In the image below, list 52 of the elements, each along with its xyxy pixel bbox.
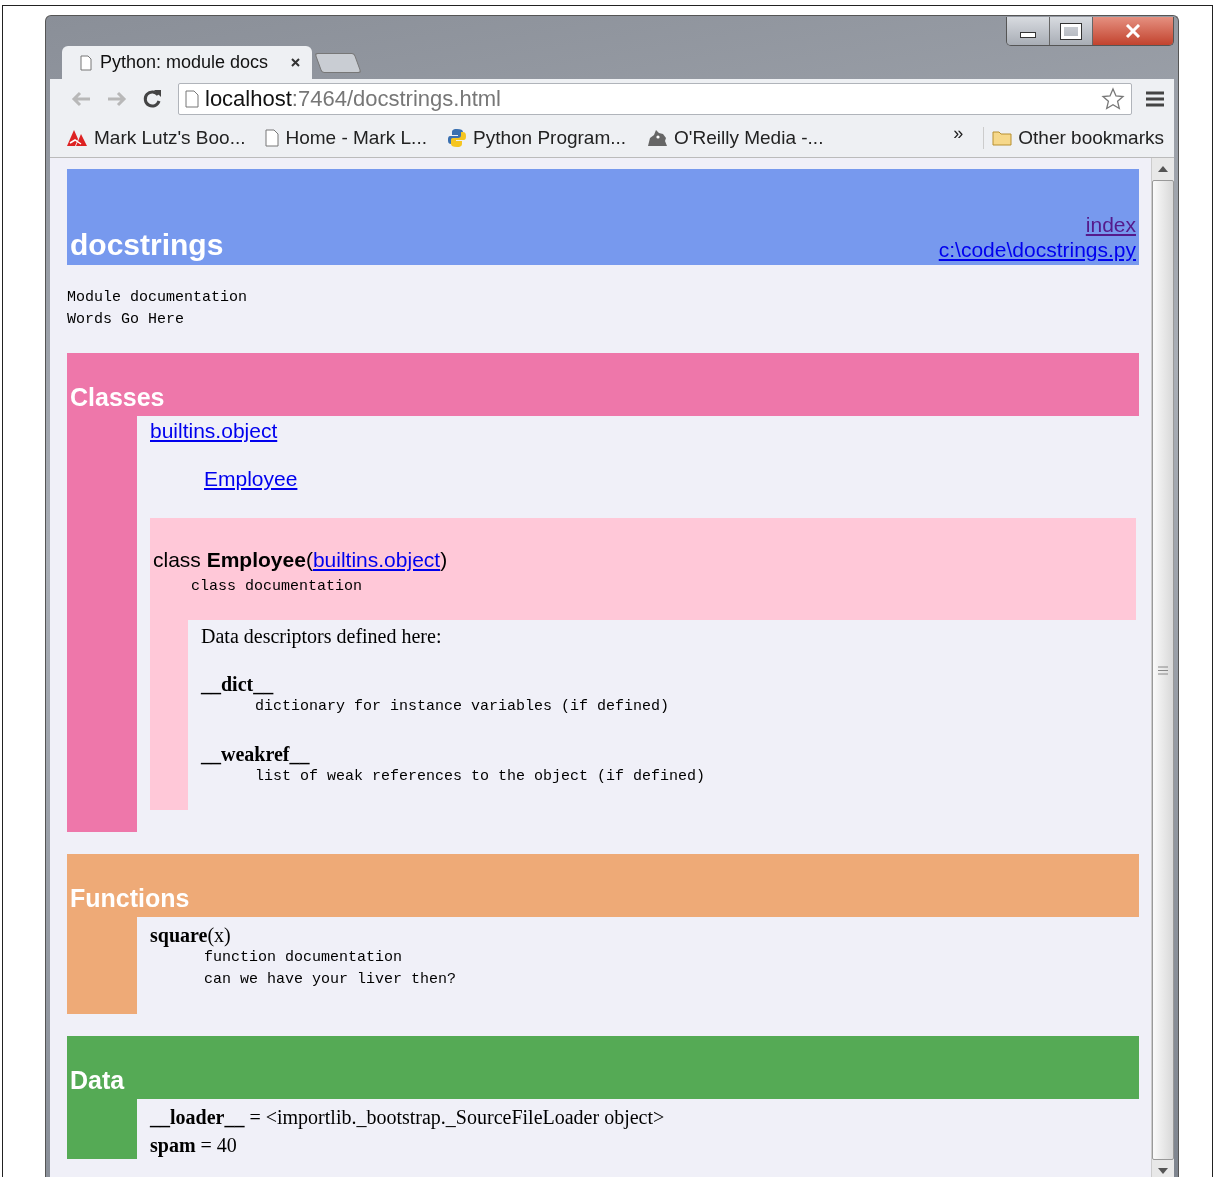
section-sidebar bbox=[67, 1099, 137, 1159]
doc-text: dictionary for instance variables (if defined) bbox=[254, 697, 671, 717]
bookmark[interactable]: Home - Mark L... bbox=[265, 127, 427, 149]
scroll-up-icon[interactable] bbox=[1158, 166, 1168, 172]
doc-text: Words Go Here bbox=[67, 310, 186, 330]
section-header: Classes bbox=[67, 353, 1139, 416]
doc-text: can we have your liver then? bbox=[203, 970, 458, 990]
maximize-button[interactable] bbox=[1050, 17, 1093, 45]
bookmark[interactable]: Python Program... bbox=[446, 127, 627, 149]
doc-text: list of weak references to the object (if defined) bbox=[254, 767, 706, 787]
minimize-button[interactable] bbox=[1007, 17, 1050, 45]
descriptor-name: __dict__ bbox=[201, 672, 275, 696]
animal-icon bbox=[646, 129, 669, 147]
function-signature: square(x) bbox=[150, 923, 232, 947]
section-header: Functions bbox=[67, 854, 1139, 917]
menu-icon[interactable] bbox=[1146, 91, 1164, 107]
browser-tab[interactable]: Python: module docs bbox=[62, 46, 312, 79]
folder-icon bbox=[992, 130, 1013, 146]
grip-icon bbox=[1158, 665, 1168, 675]
reload-icon[interactable] bbox=[142, 89, 162, 109]
new-tab-button[interactable] bbox=[314, 53, 362, 73]
url-text: localhost:7464/docstrings.html bbox=[205, 86, 502, 112]
section-header: Data bbox=[67, 1036, 1139, 1099]
link[interactable]: builtins.object bbox=[312, 548, 441, 571]
page-icon bbox=[185, 90, 199, 108]
bookmarks-overflow-button[interactable]: » bbox=[953, 122, 964, 144]
doc-text: function documentation bbox=[203, 948, 404, 968]
data-item: spam = 40 bbox=[150, 1133, 238, 1159]
close-button[interactable] bbox=[1093, 17, 1173, 45]
logo-icon bbox=[66, 129, 88, 147]
close-tab-icon[interactable] bbox=[291, 58, 300, 67]
doc-text: Module documentation bbox=[67, 288, 249, 308]
scroll-down-icon[interactable] bbox=[1158, 1168, 1168, 1174]
doc-text: class documentation bbox=[190, 577, 364, 597]
tab-title: Python: module docs bbox=[100, 52, 270, 73]
star-icon[interactable] bbox=[1101, 87, 1125, 111]
snake-logo-icon bbox=[446, 128, 467, 148]
bookmark[interactable]: Mark Lutz's Boo... bbox=[66, 127, 246, 149]
bookmark[interactable]: O'Reilly Media -... bbox=[646, 127, 824, 149]
page-icon bbox=[80, 54, 92, 71]
link[interactable]: Employee bbox=[204, 467, 298, 490]
page-title: docstrings bbox=[70, 228, 224, 262]
page-icon bbox=[265, 129, 280, 147]
link[interactable]: index bbox=[1085, 212, 1136, 237]
bookmark-folder[interactable]: Other bookmarks bbox=[983, 127, 1164, 149]
class-signature: class Employee(builtins.object) bbox=[153, 547, 449, 573]
descriptor-name: __weakref__ bbox=[201, 742, 311, 766]
descriptors-heading: Data descriptors defined here: bbox=[201, 624, 443, 648]
link[interactable]: builtins.object bbox=[150, 419, 278, 442]
close-icon bbox=[1125, 24, 1141, 38]
data-item: __loader__ = <importlib._bootstrap._SourceFileLoader object> bbox=[150, 1105, 666, 1131]
address-field[interactable]: localhost:7464/docstrings.html bbox=[178, 83, 1132, 115]
